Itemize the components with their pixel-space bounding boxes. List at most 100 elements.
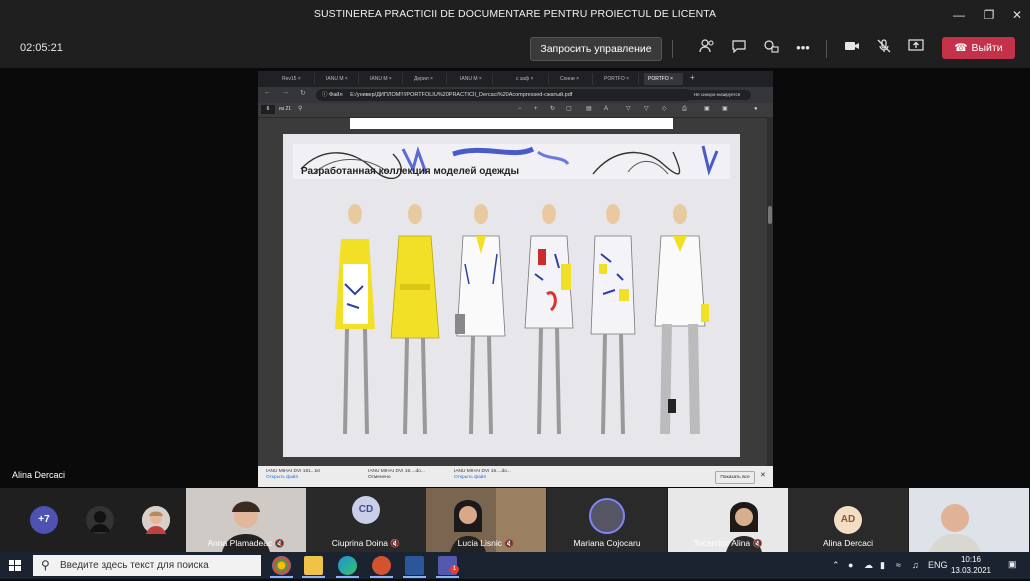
forward-icon[interactable]: → <box>282 89 289 96</box>
page-view-icon[interactable]: ▤ <box>586 105 592 114</box>
sync-status[interactable]: Не синхро-низируется <box>683 90 751 100</box>
download-action[interactable]: Открыть файл <box>266 475 320 481</box>
notifications-icon[interactable]: ▣ <box>1008 559 1017 570</box>
participant-tile[interactable] <box>909 488 1029 552</box>
page-number-input[interactable]: 6 <box>261 105 275 114</box>
app-running-indicator <box>370 576 393 578</box>
teams-notification-badge: 1 <box>450 565 459 574</box>
mic-muted-icon[interactable] <box>875 39 893 57</box>
request-control-button[interactable]: Запросить управление <box>530 37 662 61</box>
title-bar: SUSTINEREA PRACTICII DE DOCUMENTARE PENT… <box>0 0 1030 30</box>
chrome-icon[interactable] <box>272 556 291 575</box>
browser-tab-active[interactable]: PORTFO × <box>644 73 683 85</box>
page-count: из 21 <box>279 106 292 112</box>
edge-icon[interactable] <box>338 556 357 575</box>
browser-tab[interactable]: IANU M × <box>366 73 403 85</box>
clock-date: 13.03.2021 <box>950 566 992 575</box>
app-running-indicator <box>302 576 325 578</box>
save-as-icon[interactable]: ▣ <box>722 105 728 114</box>
camera-icon[interactable] <box>843 39 861 57</box>
pdf-scroll-thumb[interactable] <box>768 206 772 224</box>
avatar <box>589 498 625 534</box>
show-all-button[interactable]: Показать все <box>715 471 755 484</box>
address-bar: ← → ↻ ⓘ Файл E:/универ/ДИПЛОМ!!!/PORTFOL… <box>258 87 773 103</box>
shared-screen[interactable]: Rev15 × IANU M × IANU M × Дерил × IANU M… <box>258 71 773 487</box>
browser-tab[interactable]: Сонни × <box>556 73 593 85</box>
show-hidden-icons-icon[interactable]: ⌃ <box>832 560 840 571</box>
download-item[interactable]: IANU MIHAI DVI 16....do... Открыть файл <box>454 469 511 481</box>
pdf-page: Разработанная коллекция моделей одежды <box>283 134 740 457</box>
participants-strip: +7 Anna Plamadeac 🔇 CD Ciuprina Doina 🔇 … <box>0 488 1030 552</box>
highlight-icon[interactable]: ▽ <box>626 105 631 114</box>
download-item[interactable]: IANU MIHAI DVI 161...txt Открыть файл <box>266 469 320 481</box>
windows-start-icon[interactable] <box>4 556 26 576</box>
minimize-icon[interactable]: — <box>950 6 968 24</box>
maximize-icon[interactable]: ❐ <box>980 6 998 24</box>
zoom-in-icon[interactable]: + <box>534 105 538 114</box>
more-participants-button[interactable]: +7 <box>30 506 58 534</box>
new-tab-icon[interactable]: + <box>690 73 695 82</box>
search-placeholder: Введите здесь текст для поиска <box>60 560 209 571</box>
back-icon[interactable]: ← <box>264 89 271 96</box>
chat-icon[interactable] <box>730 39 748 57</box>
browser-tab[interactable]: IANU M × <box>456 73 493 85</box>
breakout-rooms-icon[interactable] <box>762 39 780 57</box>
browser-tab[interactable]: Дерил × <box>410 73 447 85</box>
mic-muted-icon: 🔇 <box>390 539 401 548</box>
browser-tab[interactable]: с заф × <box>512 73 549 85</box>
file-explorer-icon[interactable] <box>304 556 323 575</box>
info-icon: ⓘ <box>322 92 328 98</box>
draw-icon[interactable]: ▽ <box>644 105 649 114</box>
fit-page-icon[interactable]: ▢ <box>566 105 572 114</box>
participants-icon[interactable] <box>698 39 716 57</box>
more-options-icon[interactable]: ••• <box>794 39 812 57</box>
rotate-icon[interactable]: ↻ <box>550 105 555 114</box>
figure-3 <box>455 204 506 435</box>
participant-tile[interactable]: Tocarciuc Alina 🔇 <box>668 488 788 552</box>
previous-page-bottom <box>350 118 673 129</box>
figure-5 <box>590 204 636 435</box>
browser-tab[interactable]: PORTFO × <box>600 73 639 85</box>
leave-button[interactable]: ☎ Выйти <box>942 37 1015 59</box>
word-icon[interactable] <box>405 556 424 575</box>
language-indicator[interactable]: ENG <box>928 560 948 570</box>
volume-icon[interactable]: ♫ <box>912 560 919 570</box>
zoom-out-icon[interactable]: − <box>518 105 522 114</box>
meeting-toolbar: 02:05:21 Запросить управление ••• ☎ Выйти <box>0 30 1030 68</box>
download-item[interactable]: IANU MIHAI DVI 16....do... Отменено <box>368 469 425 481</box>
share-screen-icon[interactable] <box>907 39 925 57</box>
save-icon[interactable]: ▣ <box>704 105 710 114</box>
participant-tile[interactable]: AD Alina Dercaci <box>788 488 908 552</box>
participant-tile[interactable]: CD Ciuprina Doina 🔇 <box>306 488 426 552</box>
presenter-name: Alina Dercaci <box>12 470 66 480</box>
wifi-icon[interactable]: ≈ <box>896 560 901 570</box>
print-icon[interactable]: ⎙ <box>682 105 687 114</box>
pdf-toolbar: 6 из 21 ⚲ − + ↻ ▢ ▤ A ▽ ▽ ◇ ⎙ ▣ ▣ ● <box>258 103 773 118</box>
participant-tile[interactable]: Lucia Lisnic 🔇 <box>426 488 546 552</box>
app-running-indicator <box>270 576 293 578</box>
participant-tile[interactable]: Anna Plamadeac 🔇 <box>186 488 306 552</box>
erase-icon[interactable]: ◇ <box>662 105 667 114</box>
close-icon[interactable]: ✕ <box>760 471 766 479</box>
pdf-scrollbar[interactable] <box>767 117 773 467</box>
participant-tile[interactable]: Mariana Cojocaru <box>547 488 667 552</box>
close-icon[interactable]: ✕ <box>1008 6 1026 24</box>
taskbar-search-box[interactable]: ⚲ Введите здесь текст для поиска <box>33 555 261 576</box>
taskbar-clock[interactable]: 10:16 13.03.2021 <box>948 554 994 576</box>
battery-icon[interactable]: ▮ <box>880 560 885 571</box>
avatar <box>86 506 114 534</box>
browser-tab[interactable]: Rev15 × <box>278 73 315 85</box>
powerpoint-icon[interactable] <box>372 556 391 575</box>
window-title: SUSTINEREA PRACTICII DE DOCUMENTARE PENT… <box>313 8 717 20</box>
microphone-icon[interactable]: ● <box>848 560 853 570</box>
figure-6 <box>654 204 709 435</box>
onedrive-icon[interactable]: ☁ <box>864 560 873 571</box>
mic-muted-icon: 🔇 <box>504 539 515 548</box>
search-icon[interactable]: ⚲ <box>298 105 302 114</box>
pin-icon[interactable]: ● <box>754 105 758 114</box>
reload-icon[interactable]: ↻ <box>300 89 306 97</box>
download-action[interactable]: Открыть файл <box>454 475 511 481</box>
browser-tab[interactable]: IANU M × <box>322 73 359 85</box>
read-aloud-icon[interactable]: A <box>604 105 608 114</box>
url-field[interactable]: ⓘ Файл E:/универ/ДИПЛОМ!!!/PORTFOLIU%20P… <box>316 89 692 101</box>
